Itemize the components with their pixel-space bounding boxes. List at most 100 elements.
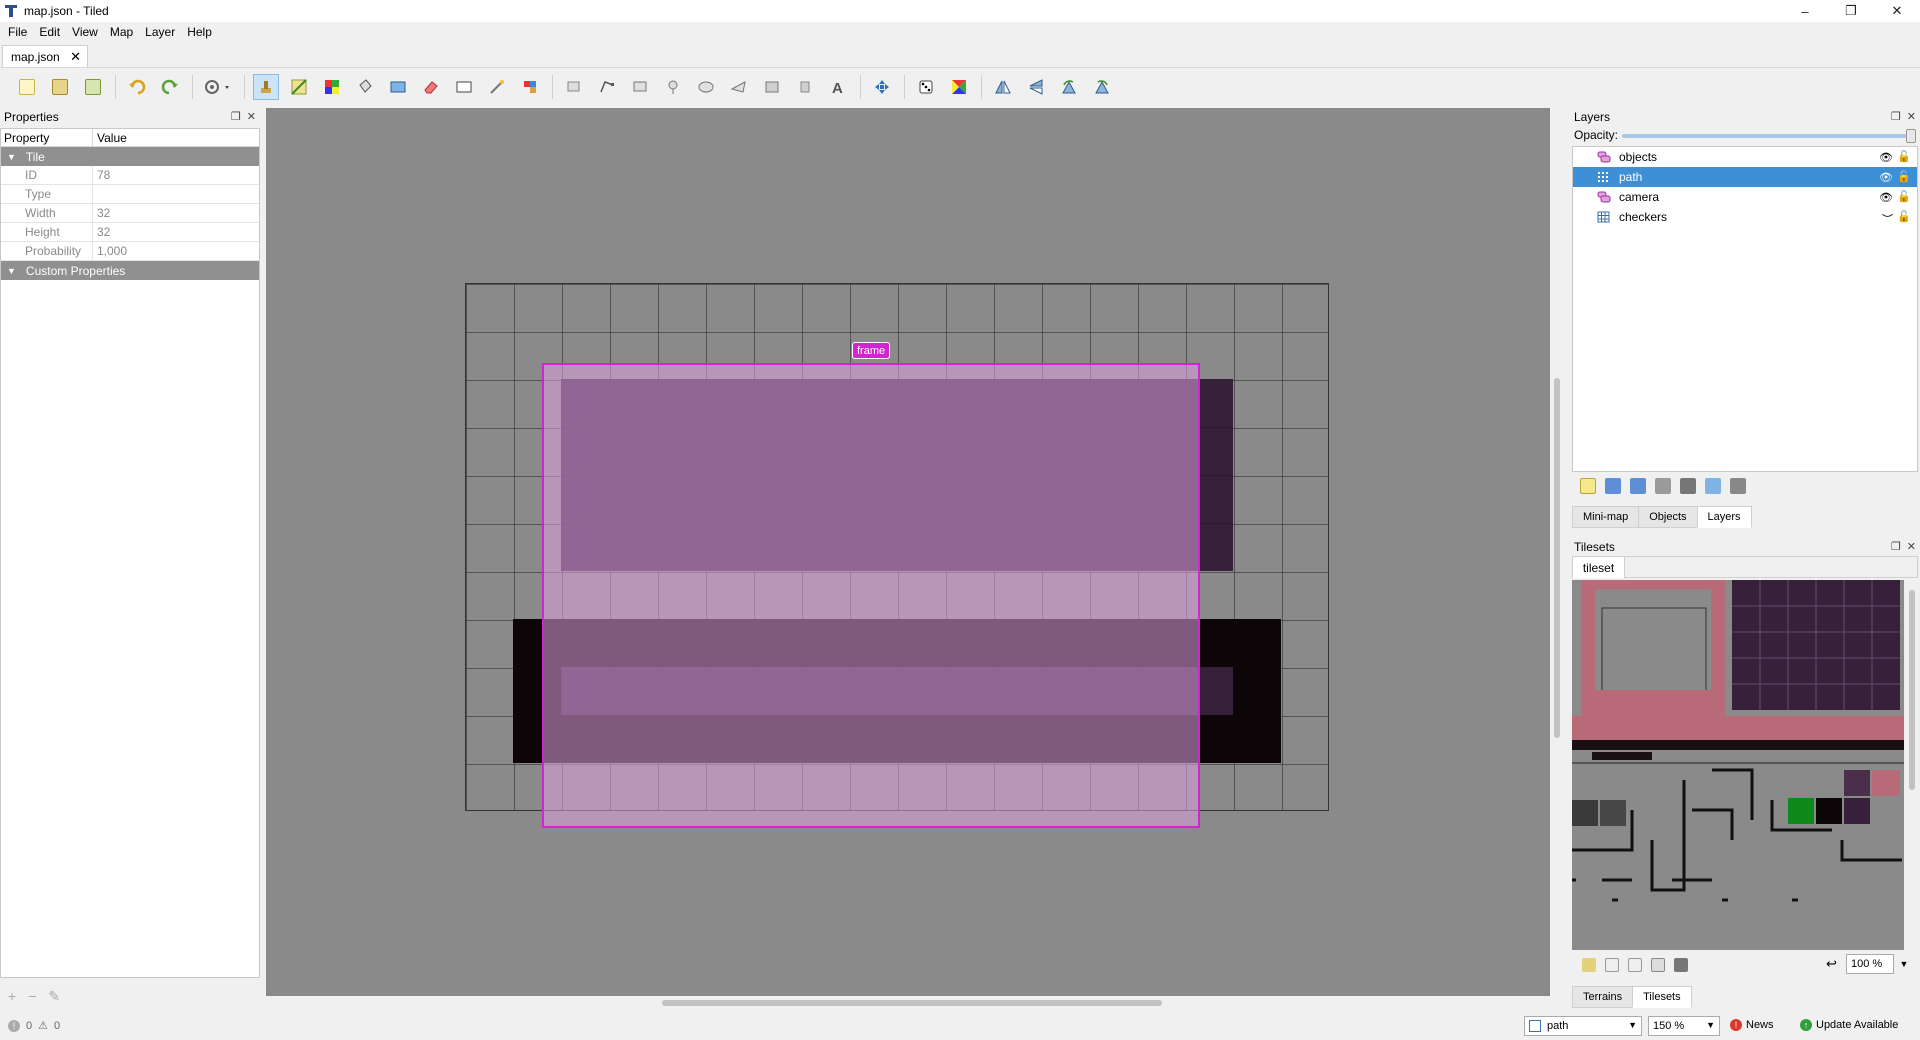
shape-fill-icon[interactable] [385,74,411,100]
layer-row-camera[interactable]: camera 👁 🔓 [1573,187,1917,207]
magic-wand-icon[interactable] [484,74,510,100]
property-row-width[interactable]: Width 32 [1,204,259,223]
random-mode-icon[interactable] [913,74,939,100]
insert-point-icon[interactable] [660,74,686,100]
wang-brush-icon[interactable] [319,74,345,100]
raise-layer-icon[interactable] [1605,478,1621,494]
tileset-image[interactable] [1572,580,1904,950]
select-same-tile-icon[interactable] [517,74,543,100]
hidden-eye-icon[interactable]: ︶ [1882,211,1893,227]
select-objects-icon[interactable] [561,74,587,100]
float-panel-icon[interactable]: ❐ [231,110,241,123]
menu-map[interactable]: Map [104,25,139,39]
frame-object-label[interactable]: frame [852,342,891,359]
tileset-zoom-dropdown-icon[interactable]: ▼ [1896,954,1912,974]
vertical-scroll-thumb[interactable] [1554,378,1560,738]
property-row-probability[interactable]: Probability 1,000 [1,242,259,261]
opacity-slider[interactable] [1622,129,1916,143]
unlock-icon[interactable]: 🔓 [1897,190,1911,203]
float-panel-icon[interactable]: ❐ [1891,540,1901,553]
close-tab-icon[interactable]: ✕ [70,49,81,65]
undo-icon[interactable] [124,74,150,100]
column-property[interactable]: Property [1,129,93,146]
menu-help[interactable]: Help [181,25,218,39]
save-icon[interactable] [80,74,106,100]
visibility-eye-icon[interactable]: 👁 [1879,171,1893,184]
float-panel-icon[interactable]: ❐ [1891,110,1901,123]
close-panel-icon[interactable]: ✕ [1907,110,1916,123]
lock-layer-icon[interactable] [1730,478,1746,494]
new-layer-icon[interactable] [1580,478,1596,494]
insert-rectangle-icon[interactable] [627,74,653,100]
opacity-slider-handle[interactable] [1906,129,1916,143]
menu-file[interactable]: File [2,25,33,39]
visibility-eye-icon[interactable]: 👁 [1879,151,1893,164]
flip-vertical-icon[interactable] [1023,74,1049,100]
wang-fill-icon[interactable] [946,74,972,100]
news-button[interactable]: ! News [1730,1019,1774,1031]
frame-object[interactable] [542,363,1200,828]
rotate-right-icon[interactable] [1089,74,1115,100]
toggle-other-layers-icon[interactable] [1705,478,1721,494]
group-tile[interactable]: ▼ Tile [1,147,259,166]
tileset-view[interactable] [1572,580,1904,950]
unlock-icon[interactable]: 🔓 [1897,150,1911,163]
duplicate-layer-icon[interactable] [1655,478,1671,494]
insert-text-icon[interactable]: A [825,74,851,100]
tileset-zoom-input[interactable]: 100 % [1846,954,1894,974]
eraser-icon[interactable] [418,74,444,100]
collapse-triangle-icon[interactable]: ▼ [7,152,16,162]
remove-property-icon[interactable]: − [28,988,36,1005]
tab-terrains[interactable]: Terrains [1572,986,1634,1008]
embed-tileset-icon[interactable] [1605,958,1619,972]
terrain-brush-icon[interactable] [286,74,312,100]
tileset-tab[interactable]: tileset [1573,557,1625,578]
tab-mini-map[interactable]: Mini-map [1572,506,1640,528]
tab-tilesets[interactable]: Tilesets [1632,986,1692,1008]
layer-row-checkers[interactable]: checkers ︶ 🔓 [1573,207,1917,227]
update-available-button[interactable]: ↑ Update Available [1800,1019,1898,1031]
zoom-select[interactable]: 150 % ▼ [1648,1016,1720,1036]
property-row-type[interactable]: Type [1,185,259,204]
delete-layer-icon[interactable] [1680,478,1696,494]
menu-edit[interactable]: Edit [33,25,66,39]
insert-ellipse-icon[interactable] [693,74,719,100]
column-value[interactable]: Value [93,131,127,145]
open-icon[interactable] [47,74,73,100]
property-row-height[interactable]: Height 32 [1,223,259,242]
document-tab-map-json[interactable]: map.json ✕ [2,45,88,67]
tab-objects[interactable]: Objects [1638,506,1698,528]
issues-counter[interactable]: ! 0 ⚠ 0 [8,1019,60,1032]
canvas-horizontal-scrollbar[interactable] [266,996,1550,1010]
horizontal-scroll-thumb[interactable] [662,1000,1162,1006]
tileset-properties-icon[interactable] [1651,958,1665,972]
stamp-brush-icon[interactable] [253,74,279,100]
dynamic-wrapping-icon[interactable]: ↩ [1826,956,1837,972]
unlock-icon[interactable]: 🔓 [1897,170,1911,183]
insert-template-icon[interactable] [792,74,818,100]
minimize-button[interactable]: – [1782,0,1828,22]
group-custom-properties[interactable]: ▼ Custom Properties [1,261,259,280]
unlock-icon[interactable]: 🔓 [1897,210,1911,223]
close-panel-icon[interactable]: ✕ [1907,540,1916,553]
tileset-vertical-scrollbar[interactable] [1906,580,1918,950]
move-icon[interactable] [869,74,895,100]
close-window-button[interactable]: ✕ [1874,0,1920,22]
rectangle-select-icon[interactable] [451,74,477,100]
close-panel-icon[interactable]: ✕ [247,110,256,123]
remove-tileset-icon[interactable] [1674,958,1688,972]
new-icon[interactable] [14,74,40,100]
export-tileset-icon[interactable] [1628,958,1642,972]
rotate-left-icon[interactable] [1056,74,1082,100]
insert-polygon-icon[interactable] [726,74,752,100]
rename-property-icon[interactable]: ✎ [48,988,60,1005]
commands-icon[interactable] [201,74,235,100]
canvas-vertical-scrollbar[interactable] [1550,108,1564,996]
insert-tile-icon[interactable] [759,74,785,100]
menu-view[interactable]: View [66,25,104,39]
new-tileset-icon[interactable] [1582,958,1596,972]
flip-horizontal-icon[interactable] [990,74,1016,100]
bucket-fill-icon[interactable] [352,74,378,100]
lower-layer-icon[interactable] [1630,478,1646,494]
collapse-triangle-icon[interactable]: ▼ [7,266,16,276]
